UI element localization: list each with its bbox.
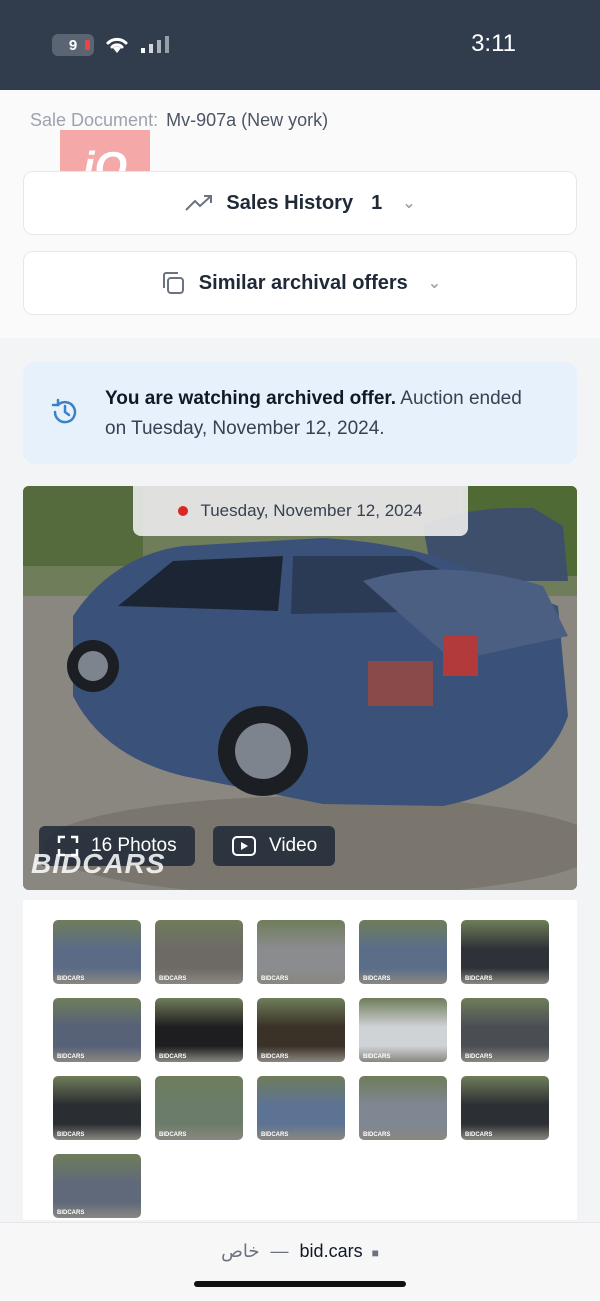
browser-url-bar[interactable]: خاص — bid.cars ■ xyxy=(0,1222,600,1301)
archived-notice: You are watching archived offer. Auction… xyxy=(23,362,577,464)
notice-text: You are watching archived offer. Auction… xyxy=(105,384,545,444)
sales-history-count: 1 xyxy=(371,191,383,214)
similar-offers-label: Similar archival offers xyxy=(198,271,408,294)
sale-document-value: Mv-907a (New york) xyxy=(166,110,329,130)
thumb-watermark: BIDCARS xyxy=(57,976,85,982)
red-dot-icon xyxy=(178,506,189,516)
header-section: Sale Document: Mv-907a (New york) iQ Sale… xyxy=(0,90,600,338)
trending-up-icon xyxy=(185,195,213,211)
photo-thumbnail[interactable]: BIDCARS xyxy=(257,998,345,1062)
sales-history-button[interactable]: Sales History 1 ⌄ xyxy=(23,171,577,235)
photo-thumbnail[interactable]: BIDCARS xyxy=(53,1154,141,1218)
thumb-watermark: BIDCARS xyxy=(465,1132,493,1138)
thumb-watermark: BIDCARS xyxy=(261,1054,289,1060)
status-bar: 9 3:11 xyxy=(0,0,600,90)
sale-date: Tuesday, November 12, 2024 xyxy=(200,501,423,520)
lock-icon: ■ xyxy=(371,1246,379,1260)
notice-bold: You are watching archived offer. xyxy=(105,388,397,409)
battery-level: 9 xyxy=(68,36,78,54)
home-indicator xyxy=(194,1281,406,1287)
thumb-watermark: BIDCARS xyxy=(465,1054,493,1060)
thumb-watermark: BIDCARS xyxy=(363,1054,391,1060)
play-icon xyxy=(232,836,256,856)
video-label: Video xyxy=(269,835,318,856)
photo-thumbnail[interactable]: BIDCARS xyxy=(461,998,549,1062)
bidcars-watermark: BIDCARS xyxy=(31,848,166,879)
copy-icon xyxy=(162,272,184,294)
thumb-watermark: BIDCARS xyxy=(465,976,493,982)
photo-thumbnail[interactable]: BIDCARS xyxy=(53,1076,141,1140)
photo-thumbnail[interactable]: BIDCARS xyxy=(461,1076,549,1140)
url-text[interactable]: خاص — bid.cars ■ xyxy=(0,1241,600,1262)
private-label: خاص xyxy=(221,1241,260,1261)
thumb-watermark: BIDCARS xyxy=(363,1132,391,1138)
chevron-down-icon: ⌄ xyxy=(402,195,416,212)
thumbnail-grid: BIDCARS BIDCARS BIDCARS BIDCARS BIDCARS BIDCA… xyxy=(23,900,577,1220)
photo-thumbnail[interactable]: BIDCARS xyxy=(359,998,447,1062)
sale-date-badge: Tuesday, November 12, 2024 xyxy=(133,486,468,536)
photo-thumbnail[interactable]: BIDCARS xyxy=(359,920,447,984)
thumb-watermark: BIDCARS xyxy=(159,1132,187,1138)
url-separator: — xyxy=(270,1241,289,1261)
photo-thumbnail[interactable]: BIDCARS xyxy=(257,920,345,984)
photo-thumbnail[interactable]: BIDCARS xyxy=(155,920,243,984)
sale-document-label: Sale Document: xyxy=(30,110,159,130)
photo-thumbnail[interactable]: BIDCARS xyxy=(155,1076,243,1140)
photo-thumbnail[interactable]: BIDCARS xyxy=(257,1076,345,1140)
thumb-watermark: BIDCARS xyxy=(261,976,289,982)
clock: 3:11 xyxy=(471,30,516,57)
main-photo[interactable]: Tuesday, November 12, 2024 16 Photos Vid… xyxy=(23,486,577,890)
sale-document: Sale Document: Mv-907a (New york) xyxy=(30,110,328,131)
signal-icon xyxy=(141,36,169,53)
thumb-watermark: BIDCARS xyxy=(57,1054,85,1060)
thumb-watermark: BIDCARS xyxy=(57,1210,85,1216)
photo-thumbnail[interactable]: BIDCARS xyxy=(155,998,243,1062)
photo-thumbnail[interactable]: BIDCARS xyxy=(461,920,549,984)
thumb-watermark: BIDCARS xyxy=(159,976,187,982)
domain: bid.cars xyxy=(299,1241,363,1261)
chevron-down-icon: ⌄ xyxy=(427,275,442,292)
thumb-watermark: BIDCARS xyxy=(159,1054,187,1060)
sales-history-label: Sales History xyxy=(226,191,354,214)
photo-thumbnail[interactable]: BIDCARS xyxy=(53,920,141,984)
thumb-watermark: BIDCARS xyxy=(57,1132,85,1138)
photo-thumbnail[interactable]: BIDCARS xyxy=(53,998,141,1062)
history-icon xyxy=(51,398,77,424)
thumb-watermark: BIDCARS xyxy=(261,1132,289,1138)
photo-thumbnail[interactable]: BIDCARS xyxy=(359,1076,447,1140)
similar-offers-button[interactable]: Similar archival offers ⌄ xyxy=(23,251,577,315)
thumb-watermark: BIDCARS xyxy=(363,976,391,982)
video-button[interactable]: Video xyxy=(213,826,336,866)
wifi-icon xyxy=(106,37,128,53)
battery-icon: 9 xyxy=(52,34,94,56)
